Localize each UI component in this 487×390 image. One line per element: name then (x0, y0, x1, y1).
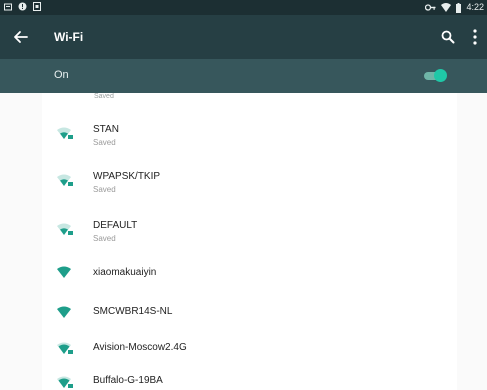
status-bar: 4:22 (0, 0, 487, 15)
network-name: Buffalo-G-19BA (93, 375, 163, 386)
network-row-wpapsk-tkip[interactable]: WPAPSK/TKIP Saved (42, 160, 457, 200)
network-row-smcwbr14s-nl[interactable]: SMCWBR14S-NL (42, 292, 457, 332)
network-status: Saved (93, 185, 116, 194)
wifi-locked-icon (57, 174, 73, 186)
page-title: Wi-Fi (54, 30, 84, 44)
search-icon[interactable] (440, 29, 456, 45)
network-row-stan[interactable]: STAN Saved (42, 113, 457, 153)
wifi-locked-icon (57, 127, 73, 139)
wifi-locked-icon (57, 223, 73, 235)
wifi-locked-icon (57, 376, 73, 388)
alert-icon (18, 2, 27, 11)
network-status: Saved (93, 138, 116, 147)
status-time: 4:22 (466, 2, 484, 12)
arrow-back-icon[interactable] (10, 26, 32, 48)
wifi-master-toggle-row[interactable]: On (0, 59, 487, 93)
status-left-icons (4, 2, 41, 11)
network-name: Avision-Moscow2.4G (93, 342, 187, 353)
battery-icon (456, 2, 462, 13)
network-name: SMCWBR14S-NL (93, 306, 173, 317)
wifi-signal-icon (441, 3, 452, 12)
network-list[interactable]: Saved STAN Saved WPAPSK/TKIP Saved DEFAU… (42, 93, 457, 390)
network-row-avision-moscow[interactable]: Avision-Moscow2.4G (42, 329, 457, 369)
wifi-full-icon (57, 266, 71, 278)
wifi-settings-screen: 4:22 Wi-Fi On Saved STAN Saved WPAPSK/TK… (0, 0, 487, 390)
wifi-locked-icon (57, 342, 73, 354)
vpn-key-icon (425, 4, 436, 11)
notification-icon (4, 3, 12, 10)
wifi-full-icon (57, 306, 71, 318)
network-status: Saved (93, 234, 116, 243)
network-name: xiaomakuaiyin (93, 267, 157, 278)
network-row-buffalo-g-19ba[interactable]: Buffalo-G-19BA (42, 365, 457, 390)
network-row-default[interactable]: DEFAULT Saved (42, 209, 457, 249)
network-row-xiaomakuaiyin[interactable]: xiaomakuaiyin (42, 253, 457, 293)
app-toolbar: Wi-Fi (0, 15, 487, 59)
wifi-switch[interactable] (424, 69, 447, 83)
network-name: STAN (93, 124, 119, 135)
network-name: DEFAULT (93, 220, 138, 231)
overflow-menu-icon[interactable] (470, 28, 480, 46)
partial-network-subtitle: Saved (94, 93, 114, 100)
toggle-label: On (54, 69, 69, 81)
sd-card-icon (33, 2, 41, 11)
switch-thumb (434, 69, 447, 82)
status-right-icons: 4:22 (425, 2, 484, 13)
network-name: WPAPSK/TKIP (93, 171, 161, 182)
